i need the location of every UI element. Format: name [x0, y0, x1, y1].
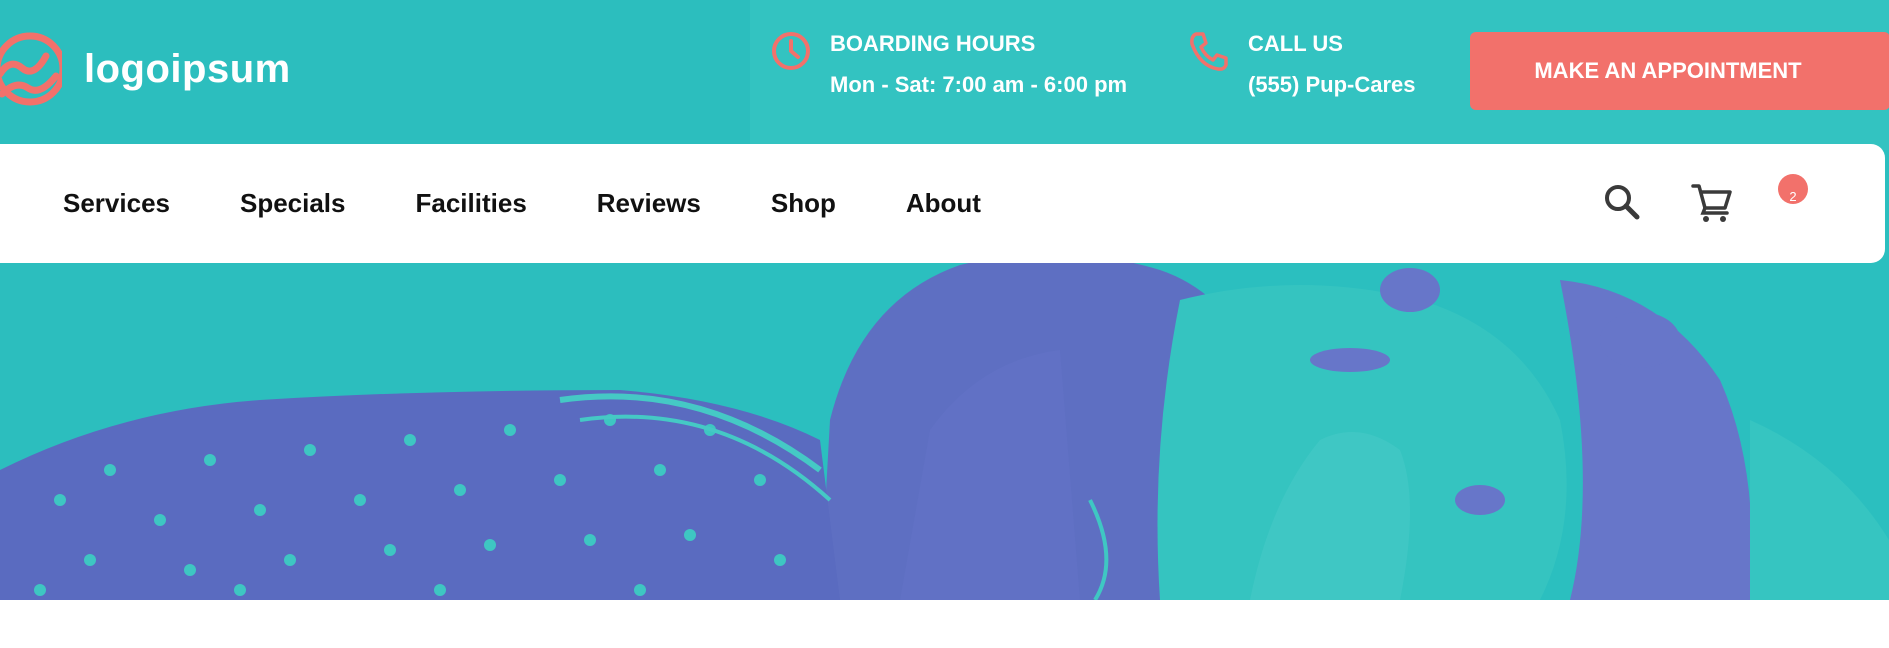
make-appointment-button[interactable]: MAKE AN APPOINTMENT: [1470, 32, 1889, 110]
nav-item-reviews[interactable]: Reviews: [597, 188, 701, 219]
logo[interactable]: logoipsum: [0, 30, 291, 108]
call-us-label: CALL US: [1248, 31, 1343, 56]
wave-circle-icon: [0, 30, 62, 108]
logo-text: logoipsum: [84, 46, 291, 91]
page: logoipsum BOARDING HOURS Mon - Sat: 7:00…: [0, 0, 1889, 648]
nav-item-services[interactable]: Services: [63, 188, 170, 219]
nav-item-about[interactable]: About: [906, 188, 981, 219]
cart-count: 2: [1789, 189, 1797, 204]
nav-item-specials[interactable]: Specials: [240, 188, 346, 219]
call-us-phone[interactable]: (555) Pup-Cares: [1248, 71, 1416, 99]
nav-item-shop[interactable]: Shop: [771, 188, 836, 219]
nav-menu: Services Specials Facilities Reviews Sho…: [63, 144, 1051, 263]
boarding-hours-label: BOARDING HOURS: [830, 31, 1036, 56]
cart-icon[interactable]: [1690, 180, 1734, 224]
cart-count-badge: 2: [1778, 174, 1808, 204]
main-nav: Services Specials Facilities Reviews Sho…: [0, 144, 1885, 263]
phone-icon: [1190, 32, 1228, 71]
search-icon[interactable]: [1600, 180, 1644, 224]
call-us[interactable]: CALL US (555) Pup-Cares: [1188, 30, 1416, 99]
boarding-hours: BOARDING HOURS Mon - Sat: 7:00 am - 6:00…: [770, 30, 1127, 99]
boarding-hours-value: Mon - Sat: 7:00 am - 6:00 pm: [830, 72, 1128, 97]
clock-icon: [772, 32, 810, 70]
nav-item-facilities[interactable]: Facilities: [416, 188, 527, 219]
